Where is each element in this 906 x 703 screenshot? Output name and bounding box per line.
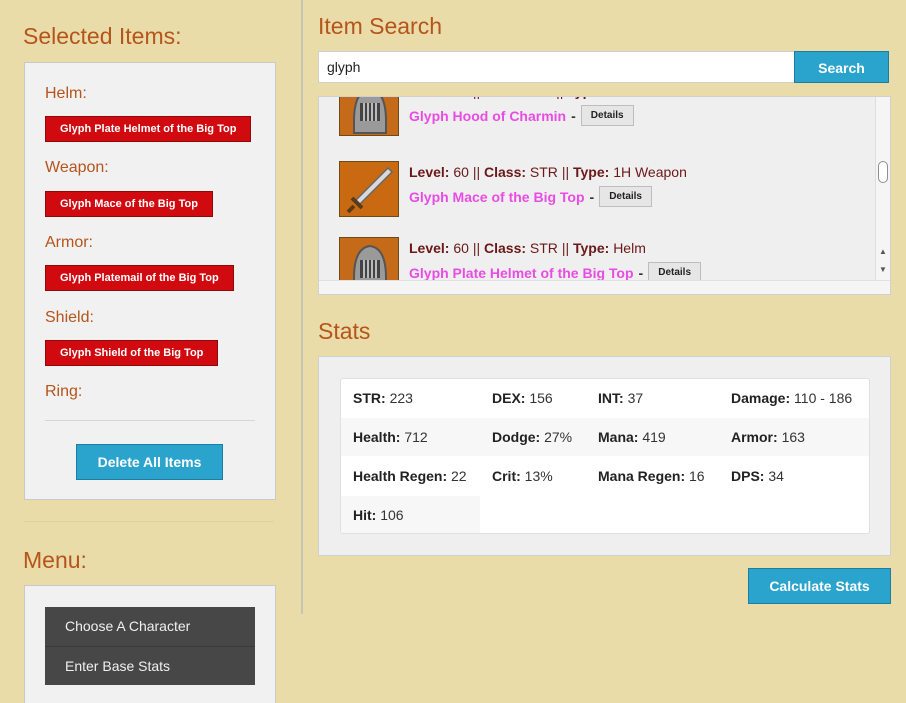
slot-label-weapon: Weapon: <box>45 159 109 176</box>
stat-hit: Hit: 106 <box>341 496 480 533</box>
search-input[interactable] <box>318 51 795 83</box>
details-button[interactable]: Details <box>580 105 634 126</box>
result-name-row: Glyph Mace of the Big Top - Details <box>409 186 652 207</box>
scrollbar-thumb[interactable] <box>878 161 888 183</box>
stat-crit: Crit: 13% <box>492 468 553 484</box>
results-horizontal-scrollbar[interactable] <box>319 280 890 294</box>
delete-all-items-button[interactable]: Delete All Items <box>76 444 223 480</box>
result-name-row: Glyph Plate Helmet of the Big Top - Deta… <box>409 262 702 281</box>
stat-health-regen: Health Regen: 22 <box>353 468 467 484</box>
result-dash: - <box>571 107 576 124</box>
item-search-title: Item Search <box>318 13 442 39</box>
search-result: Level: 60 || Class: INT || Type: Helm Gl… <box>339 97 859 140</box>
stats-table: STR: 223 DEX: 156 INT: 37 Damage: 110 - … <box>340 378 870 534</box>
details-button[interactable]: Details <box>599 186 652 207</box>
stats-panel: STR: 223 DEX: 156 INT: 37 Damage: 110 - … <box>318 356 891 556</box>
menu-title: Menu: <box>23 547 87 573</box>
scroll-down-arrow-icon[interactable]: ▼ <box>876 265 890 274</box>
stat-armor: Armor: 163 <box>719 418 869 456</box>
result-item-name[interactable]: Glyph Mace of the Big Top <box>409 189 585 205</box>
result-name-row: Glyph Hood of Charmin - Details <box>409 105 634 126</box>
helmet-icon <box>339 237 399 280</box>
column-divider <box>301 0 303 614</box>
selected-items-panel: Helm: Glyph Plate Helmet of the Big Top … <box>24 62 276 500</box>
left-column-separator <box>24 521 274 522</box>
helmet-icon <box>339 97 399 136</box>
stat-health: Health: 712 <box>341 418 480 456</box>
stat-int: INT: 37 <box>598 390 644 406</box>
search-result: Level: 60 || Class: STR || Type: Helm Gl… <box>339 237 859 280</box>
menu-panel: Choose A Character Enter Base Stats <box>24 585 276 703</box>
selected-armor-button[interactable]: Glyph Platemail of the Big Top <box>45 265 234 291</box>
slot-label-armor: Armor: <box>45 234 93 251</box>
stat-mana-regen: Mana Regen: 16 <box>598 468 705 484</box>
slots-divider <box>45 420 255 421</box>
sword-icon <box>339 161 399 217</box>
selected-weapon-button[interactable]: Glyph Mace of the Big Top <box>45 191 213 217</box>
stat-dodge: Dodge: 27% <box>480 418 586 456</box>
search-button[interactable]: Search <box>794 51 889 83</box>
result-item-name[interactable]: Glyph Plate Helmet of the Big Top <box>409 265 634 281</box>
stat-str: STR: 223 <box>353 390 413 406</box>
scroll-up-arrow-icon[interactable]: ▲ <box>876 247 890 256</box>
result-meta: Level: 60 || Class: INT || Type: Helm <box>409 97 640 99</box>
result-dash: - <box>589 188 595 205</box>
stat-damage: Damage: 110 - 186 <box>731 390 853 406</box>
result-item-name[interactable]: Glyph Hood of Charmin <box>409 108 566 124</box>
stat-mana: Mana: 419 <box>586 418 719 456</box>
search-results-list[interactable]: Level: 60 || Class: INT || Type: Helm Gl… <box>318 96 891 295</box>
result-meta: Level: 60 || Class: STR || Type: 1H Weap… <box>409 164 687 180</box>
stats-title: Stats <box>318 318 371 344</box>
stat-dex: DEX: 156 <box>492 390 553 406</box>
details-button[interactable]: Details <box>648 262 702 280</box>
menu-item-choose-character[interactable]: Choose A Character <box>45 607 255 646</box>
result-meta: Level: 60 || Class: STR || Type: Helm <box>409 240 646 256</box>
result-dash: - <box>638 264 644 281</box>
stat-dps: DPS: 34 <box>731 468 784 484</box>
slot-label-helm: Helm: <box>45 85 87 102</box>
calculate-stats-button[interactable]: Calculate Stats <box>748 568 891 604</box>
selected-helm-button[interactable]: Glyph Plate Helmet of the Big Top <box>45 116 252 142</box>
search-result: Level: 60 || Class: STR || Type: 1H Weap… <box>339 161 859 221</box>
search-results-viewport: Level: 60 || Class: INT || Type: Helm Gl… <box>319 97 875 280</box>
selected-shield-button[interactable]: Glyph Shield of the Big Top <box>45 340 219 366</box>
results-vertical-scrollbar[interactable]: ▲ ▼ <box>875 97 890 280</box>
menu-item-enter-base-stats[interactable]: Enter Base Stats <box>45 646 255 685</box>
selected-items-title: Selected Items: <box>23 23 182 49</box>
slot-label-ring: Ring: <box>45 383 83 400</box>
slot-label-shield: Shield: <box>45 309 94 326</box>
